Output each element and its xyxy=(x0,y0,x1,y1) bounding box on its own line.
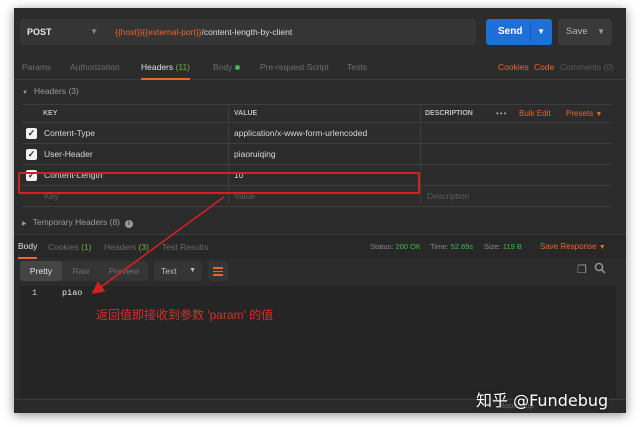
watermark: 知乎 @Fundebug xyxy=(476,391,609,410)
annotation-arrow xyxy=(91,196,225,294)
